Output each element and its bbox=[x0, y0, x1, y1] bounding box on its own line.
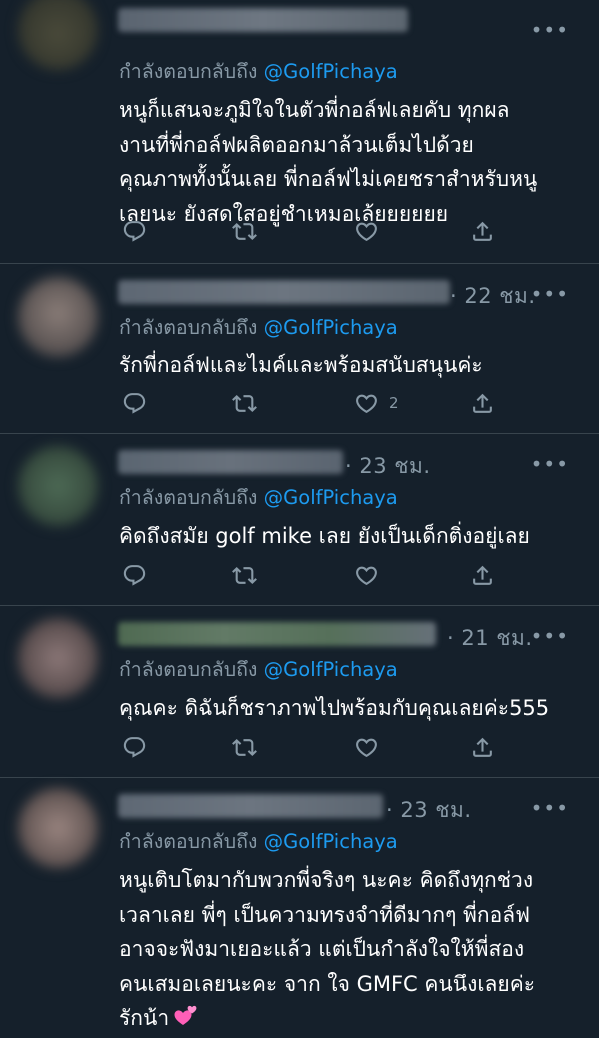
reply-context: กำลังตอบกลับถึง @GolfPichaya bbox=[119, 826, 398, 857]
more-icon[interactable]: ••• bbox=[531, 20, 569, 40]
tweet-actions bbox=[122, 218, 502, 244]
author-name[interactable] bbox=[118, 450, 343, 474]
share-icon bbox=[470, 735, 495, 760]
like-icon bbox=[354, 219, 379, 244]
share-icon bbox=[470, 391, 495, 416]
reply-handle-link[interactable]: @GolfPichaya bbox=[264, 658, 398, 681]
avatar[interactable] bbox=[18, 277, 98, 357]
author-name[interactable] bbox=[118, 8, 408, 32]
tweet-actions bbox=[122, 734, 502, 760]
share-button[interactable] bbox=[470, 218, 495, 244]
retweet-button[interactable] bbox=[232, 390, 257, 416]
reply-handle-link[interactable]: @GolfPichaya bbox=[264, 486, 398, 509]
tweet-text: หนูก็แสนจะภูมิใจในตัวพี่กอล์ฟเลยคับ ทุกผ… bbox=[119, 98, 538, 226]
reply-handle-link[interactable]: @GolfPichaya bbox=[264, 830, 398, 853]
reply-button[interactable] bbox=[122, 734, 147, 760]
reply-prefix: กำลังตอบกลับถึง bbox=[119, 486, 258, 509]
author-name[interactable] bbox=[118, 280, 450, 304]
tweet-text: คิดถึงสมัย golf mike เลย ยังเป็นเด็กติ่ง… bbox=[119, 524, 530, 548]
avatar[interactable] bbox=[18, 446, 98, 526]
reply-button[interactable] bbox=[122, 218, 147, 244]
retweet-icon bbox=[232, 219, 257, 244]
reply-icon bbox=[122, 391, 147, 416]
avatar[interactable] bbox=[18, 618, 98, 698]
more-icon[interactable]: ••• bbox=[531, 454, 569, 474]
tweet-actions: 2 bbox=[122, 390, 502, 416]
reply-prefix: กำลังตอบกลับถึง bbox=[119, 658, 258, 681]
reply-context: กำลังตอบกลับถึง @GolfPichaya bbox=[119, 312, 398, 343]
reply-prefix: กำลังตอบกลับถึง bbox=[119, 60, 258, 83]
tweet-timestamp[interactable]: · 23 ชม. bbox=[345, 450, 431, 483]
like-button[interactable] bbox=[354, 218, 389, 244]
like-button[interactable]: 2 bbox=[354, 390, 399, 416]
share-icon bbox=[470, 219, 495, 244]
reply-button[interactable] bbox=[122, 562, 147, 588]
tweet-timestamp[interactable]: · 23 ชม. bbox=[386, 794, 472, 827]
more-icon[interactable]: ••• bbox=[531, 798, 569, 818]
like-icon bbox=[354, 735, 379, 760]
tweet-actions bbox=[122, 562, 502, 588]
share-button[interactable] bbox=[470, 734, 495, 760]
retweet-icon bbox=[232, 563, 257, 588]
tweet-text: รักพี่กอล์ฟและไมค์และพร้อมสนับสนุนค่ะ bbox=[119, 353, 483, 377]
retweet-icon bbox=[232, 735, 257, 760]
retweet-button[interactable] bbox=[232, 562, 257, 588]
tweet-timestamp[interactable]: · 21 ชม. bbox=[447, 622, 533, 655]
reply-prefix: กำลังตอบกลับถึง bbox=[119, 316, 258, 339]
reply-prefix: กำลังตอบกลับถึง bbox=[119, 830, 258, 853]
tweet-5[interactable]: · 23 ชม. ••• กำลังตอบกลับถึง @GolfPichay… bbox=[0, 778, 599, 1038]
like-icon bbox=[354, 391, 379, 416]
share-icon bbox=[470, 563, 495, 588]
tweet-1[interactable]: ••• กำลังตอบกลับถึง @GolfPichaya หนูก็แส… bbox=[0, 0, 599, 264]
reply-handle-link[interactable]: @GolfPichaya bbox=[264, 60, 398, 83]
tweet-2[interactable]: · 22 ชม. ••• กำลังตอบกลับถึง @GolfPichay… bbox=[0, 264, 599, 434]
tweet-timestamp[interactable]: · 22 ชม. bbox=[450, 280, 536, 313]
author-name[interactable] bbox=[118, 794, 383, 818]
like-icon bbox=[354, 563, 379, 588]
reply-icon bbox=[122, 735, 147, 760]
retweet-button[interactable] bbox=[232, 218, 257, 244]
reply-icon bbox=[122, 563, 147, 588]
like-button[interactable] bbox=[354, 562, 389, 588]
reply-context: กำลังตอบกลับถึง @GolfPichaya bbox=[119, 654, 398, 685]
more-icon[interactable]: ••• bbox=[531, 626, 569, 646]
more-icon[interactable]: ••• bbox=[531, 284, 569, 304]
like-count: 2 bbox=[389, 394, 399, 412]
like-button[interactable] bbox=[354, 734, 389, 760]
reply-icon bbox=[122, 219, 147, 244]
reply-context: กำลังตอบกลับถึง @GolfPichaya bbox=[119, 482, 398, 513]
avatar[interactable] bbox=[18, 788, 98, 868]
tweet-4[interactable]: · 21 ชม. ••• กำลังตอบกลับถึง @GolfPichay… bbox=[0, 606, 599, 778]
share-button[interactable] bbox=[470, 562, 495, 588]
author-name[interactable] bbox=[118, 622, 436, 646]
retweet-button[interactable] bbox=[232, 734, 257, 760]
two-hearts-emoji bbox=[174, 1005, 197, 1025]
tweet-text: คุณคะ ดิฉันก็ชราภาพไปพร้อมกับคุณเลยค่ะ55… bbox=[119, 696, 550, 720]
share-button[interactable] bbox=[470, 390, 495, 416]
reply-context: กำลังตอบกลับถึง @GolfPichaya bbox=[119, 56, 398, 87]
reply-handle-link[interactable]: @GolfPichaya bbox=[264, 316, 398, 339]
tweet-text: หนูเติบโตมากับพวกพี่จริงๆ นะคะ คิดถึงทุก… bbox=[119, 863, 589, 1036]
tweet-3[interactable]: · 23 ชม. ••• กำลังตอบกลับถึง @GolfPichay… bbox=[0, 434, 599, 606]
retweet-icon bbox=[232, 391, 257, 416]
avatar[interactable] bbox=[18, 0, 98, 70]
reply-button[interactable] bbox=[122, 390, 147, 416]
